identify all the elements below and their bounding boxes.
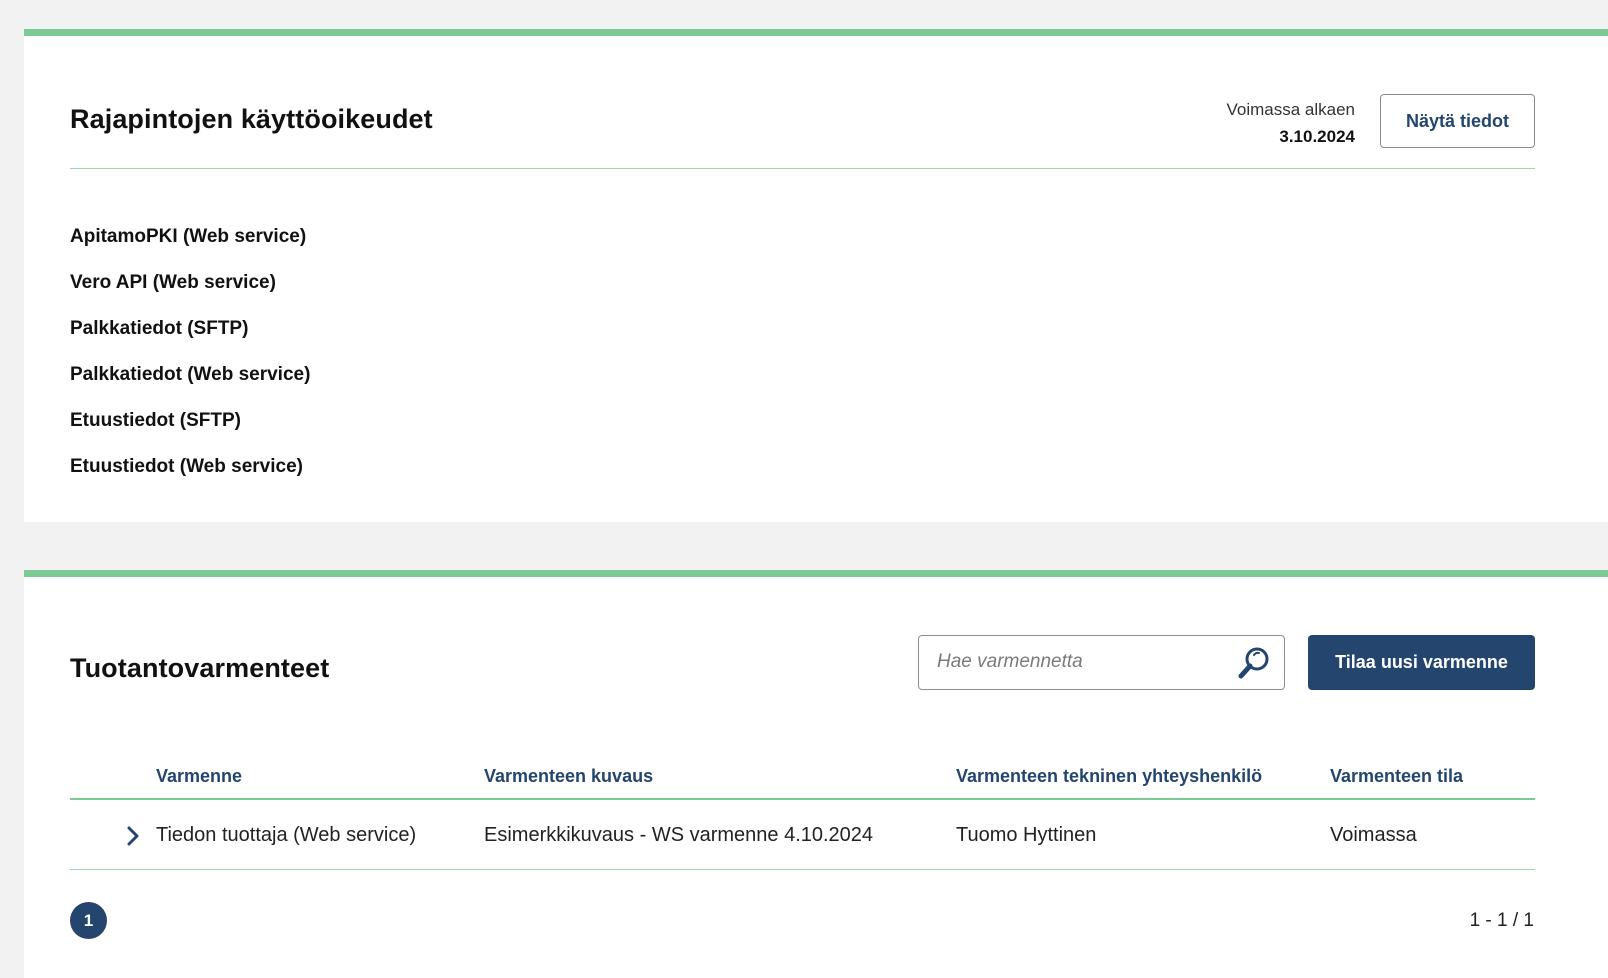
api-rights-card: Rajapintojen käyttöoikeudet Voimassa alk… <box>24 29 1608 522</box>
api-rights-item: Palkkatiedot (SFTP) <box>70 318 249 339</box>
order-certificate-button[interactable]: Tilaa uusi varmenne <box>1308 635 1535 690</box>
api-rights-title: Rajapintojen käyttöoikeudet <box>70 104 433 134</box>
search-icon[interactable] <box>1236 645 1272 681</box>
column-header-status[interactable]: Varmenteen tila <box>1330 766 1463 787</box>
api-rights-list: ApitamoPKI (Web service) Vero API (Web s… <box>70 221 310 497</box>
table-header: Varmenne Varmenteen kuvaus Varmenteen te… <box>70 745 1535 800</box>
table-row[interactable]: Tiedon tuottaja (Web service) Esimerkkik… <box>70 800 1535 870</box>
certificate-search <box>918 635 1285 690</box>
certificate-search-input[interactable] <box>937 636 1227 688</box>
valid-from: Voimassa alkaen 3.10.2024 <box>1226 96 1355 150</box>
divider <box>70 168 1535 169</box>
cell-status: Voimassa <box>1330 824 1417 846</box>
pagination-count: 1 - 1 / 1 <box>1469 910 1534 931</box>
page-margin <box>0 0 8 978</box>
cell-certificate: Tiedon tuottaja (Web service) <box>156 824 417 846</box>
pagination-page-button[interactable]: 1 <box>70 902 107 939</box>
show-details-button[interactable]: Näytä tiedot <box>1380 94 1535 148</box>
valid-from-label: Voimassa alkaen <box>1226 100 1355 119</box>
certificates-table: Varmenne Varmenteen kuvaus Varmenteen te… <box>70 745 1535 870</box>
api-rights-item: ApitamoPKI (Web service) <box>70 226 307 247</box>
chevron-right-icon[interactable] <box>124 825 142 847</box>
api-rights-item: Etuustiedot (SFTP) <box>70 410 241 431</box>
api-rights-item: Palkkatiedot (Web service) <box>70 364 311 385</box>
api-rights-item: Etuustiedot (Web service) <box>70 456 303 477</box>
cell-contact: Tuomo Hyttinen <box>956 824 1097 846</box>
valid-from-date: 3.10.2024 <box>1279 127 1355 146</box>
certificates-title: Tuotantovarmenteet <box>70 653 330 683</box>
cell-description: Esimerkkikuvaus - WS varmenne 4.10.2024 <box>484 824 874 846</box>
column-header-certificate[interactable]: Varmenne <box>156 766 242 787</box>
certificates-card: Tuotantovarmenteet Tilaa uusi varmenne V… <box>24 570 1608 978</box>
column-header-contact[interactable]: Varmenteen tekninen yhteyshenkilö <box>956 766 1262 787</box>
api-rights-item: Vero API (Web service) <box>70 272 276 293</box>
column-header-description[interactable]: Varmenteen kuvaus <box>484 766 653 787</box>
